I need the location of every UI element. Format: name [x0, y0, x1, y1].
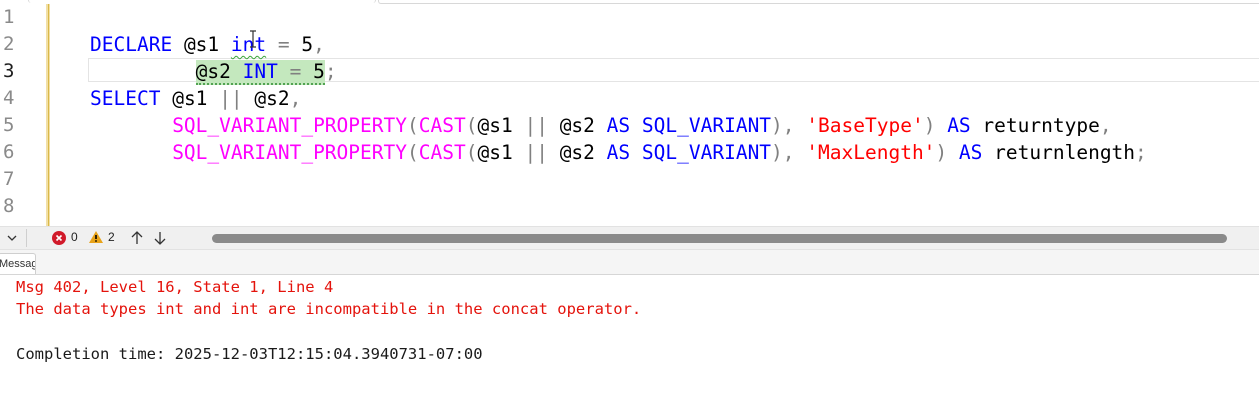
- operator-concat: ||: [524, 141, 548, 164]
- tab-messages[interactable]: Messages: [0, 253, 36, 274]
- line-number: 8: [3, 195, 15, 217]
- string-basetype: 'BaseType': [806, 114, 924, 137]
- function-sql-variant-property: SQL_VARIANT_PROPERTY: [172, 114, 407, 137]
- highlighted-declaration: @s2 INT = 5: [195, 60, 325, 85]
- alias-returntype: returntype: [982, 114, 1100, 137]
- line-number: 7: [3, 168, 15, 190]
- code-line-6[interactable]: SQL_VARIANT_PROPERTY(CAST(@s1 || @s2 AS …: [90, 139, 1147, 166]
- comma: ,: [1099, 114, 1112, 137]
- type-int-upper: INT: [242, 60, 278, 83]
- error-message-header: Msg 402, Level 16, State 1, Line 4: [16, 278, 334, 296]
- variable-s1: @s1: [477, 114, 513, 137]
- warning-count[interactable]: 2: [108, 230, 115, 244]
- variable-s1: @s1: [477, 141, 513, 164]
- paren-comma: ),: [771, 114, 795, 137]
- error-message-text: The data types int and int are incompati…: [16, 300, 642, 318]
- operator-concat: ||: [524, 114, 548, 137]
- function-cast: CAST: [418, 114, 466, 137]
- function-cast: CAST: [418, 141, 466, 164]
- type-sql-variant: SQL_VARIANT: [641, 114, 772, 137]
- line-number: 2: [3, 33, 15, 55]
- horizontal-scrollbar-thumb[interactable]: [212, 234, 1227, 243]
- keyword-as: AS: [606, 141, 631, 164]
- variable-s2: @s2: [254, 87, 290, 110]
- line-number-gutter: 1 2 3 4 5 6 7 8: [0, 4, 44, 226]
- keyword-declare: DECLARE: [90, 33, 173, 56]
- line-number: 1: [3, 6, 15, 28]
- line-number: 4: [3, 87, 15, 109]
- arrow-up-icon[interactable]: [130, 230, 144, 246]
- code-line-5[interactable]: SQL_VARIANT_PROPERTY(CAST(@s1 || @s2 AS …: [90, 112, 1112, 139]
- literal-five: 5: [313, 60, 325, 83]
- variable-s1: @s1: [172, 87, 208, 110]
- type-sql-variant: SQL_VARIANT: [641, 141, 772, 164]
- semicolon: ;: [324, 60, 337, 83]
- zoom-dropdown[interactable]: [0, 229, 27, 247]
- operator-equals: =: [289, 60, 302, 83]
- change-tracking-line: [48, 4, 49, 226]
- variable-s2: @s2: [195, 60, 231, 83]
- results-tab-strip: Messages: [0, 250, 1259, 275]
- paren: ): [935, 141, 948, 164]
- comma: ,: [289, 87, 302, 110]
- literal-five: 5: [301, 33, 314, 56]
- completion-time: Completion time: 2025-12-03T12:15:04.394…: [16, 345, 483, 363]
- line-number-active: 3: [3, 60, 15, 82]
- keyword-select: SELECT: [90, 87, 161, 110]
- operator-equals: =: [277, 33, 290, 56]
- alias-returnlength: returnlength: [994, 141, 1136, 164]
- keyword-as: AS: [958, 141, 983, 164]
- paren: (: [407, 141, 419, 164]
- variable-s1: @s1: [183, 33, 220, 56]
- comma: ,: [313, 33, 325, 56]
- code-line-2[interactable]: DECLARE @s1 int = 5,: [90, 31, 325, 58]
- paren: (: [465, 141, 478, 164]
- paren: (: [465, 114, 478, 137]
- paren-comma: ),: [771, 141, 795, 164]
- editor-status-bar: 0 2: [0, 226, 1259, 250]
- variable-s2: @s2: [559, 141, 595, 164]
- keyword-as: AS: [947, 114, 971, 137]
- operator-concat: ||: [219, 87, 243, 110]
- error-count[interactable]: 0: [71, 230, 78, 244]
- line-number: 5: [3, 114, 15, 136]
- string-maxlength: 'MaxLength': [806, 141, 936, 164]
- document-tab[interactable]: [28, 0, 376, 3]
- line-number: 6: [3, 141, 15, 163]
- code-line-4[interactable]: SELECT @s1 || @s2,: [90, 85, 301, 112]
- error-icon[interactable]: [52, 231, 66, 245]
- warning-icon[interactable]: [88, 230, 104, 244]
- query-editor[interactable]: 1 2 3 4 5 6 7 8 DECLARE @s1 int = 5, @s2…: [0, 4, 1259, 226]
- function-sql-variant-property: SQL_VARIANT_PROPERTY: [172, 141, 407, 164]
- semicolon: ;: [1135, 141, 1147, 164]
- code-line-3[interactable]: @s2 INT = 5;: [90, 58, 337, 85]
- arrow-down-icon[interactable]: [153, 230, 167, 246]
- ibeam-cursor-icon: [250, 30, 256, 48]
- paren: ): [923, 114, 936, 137]
- messages-pane: Msg 402, Level 16, State 1, Line 4 The d…: [0, 275, 1259, 401]
- variable-s2: @s2: [559, 114, 595, 137]
- paren: (: [407, 114, 419, 137]
- chevron-down-icon: [7, 235, 17, 241]
- keyword-as: AS: [606, 114, 631, 137]
